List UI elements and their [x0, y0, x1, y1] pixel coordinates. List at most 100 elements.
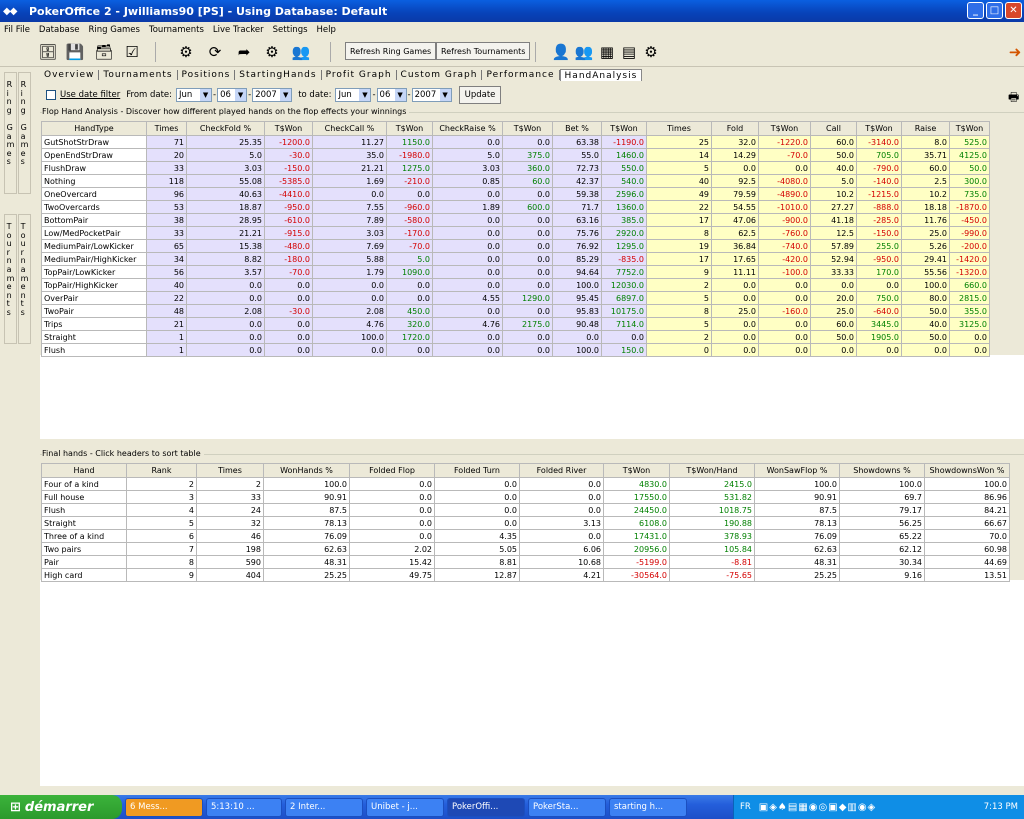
close-icon[interactable]: ✕ — [1005, 2, 1022, 19]
column-header-checkfold-2[interactable]: CheckFold % — [186, 121, 265, 136]
tray-icons[interactable]: ▣◈♠▤▦◉◎▣◆▥◉◈ — [759, 802, 984, 813]
column-header-call-13[interactable]: Call — [810, 121, 857, 136]
table-row[interactable]: Full house 3 33 90.91 0.0 0.0 0.0 17550.0 531.82… — [41, 490, 1010, 504]
menu-settings[interactable]: Settings — [269, 25, 313, 35]
task-pokerstars[interactable]: PokerSta... — [528, 797, 606, 817]
column-header-rank[interactable]: Rank — [126, 463, 197, 478]
column-header-wonhands[interactable]: WonHands % — [263, 463, 350, 478]
column-header-t-won-9[interactable]: T$Won — [601, 121, 647, 136]
side-tab-tournaments-2[interactable]: Tournaments — [18, 214, 31, 344]
column-header-fold-11[interactable]: Fold — [711, 121, 759, 136]
column-header-folded-river[interactable]: Folded River — [519, 463, 604, 478]
table-row[interactable]: Pair 8 590 48.31 15.42 8.81 10.68 -5199.0 -8.81 4… — [41, 555, 1010, 569]
tab-tournaments[interactable]: Tournaments — [99, 70, 178, 80]
from-year-select[interactable]: 2007 ▼ — [252, 88, 293, 102]
task-unibet[interactable]: Unibet - j... — [366, 797, 444, 817]
task-internet[interactable]: 2 Inter... — [285, 797, 363, 817]
use-date-filter-checkbox[interactable] — [46, 90, 56, 100]
database-check-icon[interactable]: ☑ — [121, 41, 143, 63]
column-header-t-won-16[interactable]: T$Won — [949, 121, 990, 136]
maximize-icon[interactable]: □ — [986, 2, 1003, 19]
options-gear-icon[interactable]: ⚙ — [640, 41, 662, 63]
column-header-raise-15[interactable]: Raise — [901, 121, 950, 136]
table-row[interactable]: MediumPair/HighKicker 34 8.82 -180.0 5.88 5.0… — [41, 252, 990, 266]
minimize-icon[interactable]: _ — [967, 2, 984, 19]
export-icon[interactable]: ➦ — [233, 41, 255, 63]
player-list-icon[interactable]: 👥 — [573, 41, 595, 63]
tab-custom-graph[interactable]: Custom Graph — [397, 70, 483, 80]
task-messenger[interactable]: 6 Mess... — [125, 797, 203, 817]
table-row[interactable]: Flush 4 24 87.5 0.0 0.0 0.0 24450.0 1018.75 87.5 7… — [41, 503, 1010, 517]
table-row[interactable]: High card 9 404 25.25 49.75 12.87 4.21 -30564.0… — [41, 568, 1010, 582]
menu-help[interactable]: Help — [313, 25, 341, 35]
from-day-select[interactable]: 06 ▼ — [217, 88, 248, 102]
side-tab-ring-games-2[interactable]: Ring Games — [18, 72, 31, 194]
column-header-times-1[interactable]: Times — [146, 121, 187, 136]
column-header-t-won-7[interactable]: T$Won — [502, 121, 553, 136]
tab-starting-hands[interactable]: StartingHands — [235, 70, 322, 80]
update-button[interactable]: Update — [458, 86, 502, 104]
column-header-t-won-5[interactable]: T$Won — [386, 121, 433, 136]
table-row[interactable]: GutShotStrDraw 71 25.35 -1200.0 11.27 1150.0 0… — [41, 135, 990, 149]
column-header-t-won-3[interactable]: T$Won — [264, 121, 313, 136]
menu-live-tracker[interactable]: Live Tracker — [209, 25, 269, 35]
table-row[interactable]: OneOvercard 96 40.63 -4410.0 0.0 0.0 0.0 0.0 59.… — [41, 187, 990, 201]
task-starting-hands[interactable]: starting h... — [609, 797, 687, 817]
table-row[interactable]: FlushDraw 33 3.03 -150.0 21.21 1275.0 3.03 360.… — [41, 161, 990, 175]
to-year-select[interactable]: 2007 ▼ — [411, 88, 452, 102]
language-indicator[interactable]: FR — [740, 802, 751, 812]
table-row[interactable]: Straight 1 0.0 0.0 100.0 1720.0 0.0 0.0 0.0 0.0 2 0… — [41, 330, 990, 344]
column-header-t-won[interactable]: T$Won — [603, 463, 670, 478]
table-row[interactable]: Three of a kind 6 46 76.09 0.0 4.35 0.0 17431.0… — [41, 529, 1010, 543]
column-header-times-10[interactable]: Times — [646, 121, 712, 136]
table-row[interactable]: Straight 5 32 78.13 0.0 0.0 3.13 6108.0 190.88 78… — [41, 516, 1010, 530]
tab-profit-graph[interactable]: Profit Graph — [322, 70, 397, 80]
table-row[interactable]: TwoOvercards 53 18.87 -950.0 7.55 -960.0 1.89 6… — [41, 200, 990, 214]
refresh-tournaments-button[interactable]: Refresh Tournaments — [436, 42, 531, 60]
menu-tournaments[interactable]: Tournaments — [145, 25, 209, 35]
table-icon[interactable]: ▤ — [618, 41, 640, 63]
column-header-folded-flop[interactable]: Folded Flop — [349, 463, 435, 478]
column-header-showdowns[interactable]: Showdowns % — [839, 463, 925, 478]
column-header-folded-turn[interactable]: Folded Turn — [434, 463, 520, 478]
table-row[interactable]: Two pairs 7 198 62.63 2.02 5.05 6.06 20956.0 105… — [41, 542, 1010, 556]
column-header-times[interactable]: Times — [196, 463, 264, 478]
from-month-select[interactable]: Jun ▼ — [176, 88, 213, 102]
database-open-icon[interactable]: 🗄 — [37, 41, 59, 63]
grid-icon[interactable]: ▦ — [596, 41, 618, 63]
print-icon[interactable]: 🖶 — [1008, 88, 1019, 109]
table-row[interactable]: TwoPair 48 2.08 -30.0 2.08 450.0 0.0 0.0 95.83 10… — [41, 304, 990, 318]
column-header-showdownswon[interactable]: ShowdownsWon % — [924, 463, 1010, 478]
table-row[interactable]: Low/MedPocketPair 33 21.21 -915.0 3.03 -170.0… — [41, 226, 990, 240]
table-row[interactable]: Four of a kind 2 2 100.0 0.0 0.0 0.0 4830.0 2415… — [41, 477, 1010, 491]
table-row[interactable]: TopPair/HighKicker 40 0.0 0.0 0.0 0.0 0.0 0.0 10… — [41, 278, 990, 292]
database-import-icon[interactable]: 🗃 — [93, 41, 115, 63]
menu-ring-games[interactable]: Ring Games — [84, 25, 145, 35]
tab-performance[interactable]: Performance — [482, 70, 560, 80]
tab-hand-analysis[interactable]: HandAnalysis — [559, 69, 643, 81]
start-button[interactable]: ⊞ démarrer — [0, 795, 122, 819]
settings-gears-icon[interactable]: ⚙ — [261, 41, 283, 63]
side-tab-ring-games[interactable]: Ring Games — [4, 72, 17, 194]
refresh-ring-games-button[interactable]: Refresh Ring Games — [345, 42, 437, 60]
column-header-checkcall-4[interactable]: CheckCall % — [312, 121, 387, 136]
column-header-wonsawflop[interactable]: WonSawFlop % — [754, 463, 840, 478]
menu-database[interactable]: Database — [35, 25, 85, 35]
side-tab-tournaments[interactable]: Tournaments — [4, 214, 17, 344]
player-icon[interactable]: 👤 — [550, 41, 572, 63]
to-month-select[interactable]: Jun ▼ — [335, 88, 372, 102]
table-row[interactable]: TopPair/LowKicker 56 3.57 -70.0 1.79 1090.0 0.… — [41, 265, 990, 279]
table-row[interactable]: Nothing 118 55.08 -5385.0 1.69 -210.0 0.85 60.0… — [41, 174, 990, 188]
exit-icon[interactable]: ➜ — [1004, 41, 1024, 63]
database-save-icon[interactable]: 💾 — [64, 41, 86, 63]
table-row[interactable]: Flush 1 0.0 0.0 0.0 0.0 0.0 0.0 100.0 150.0 0 0.0 0.… — [41, 343, 990, 357]
column-header-t-won-14[interactable]: T$Won — [856, 121, 902, 136]
task-clock[interactable]: 5:13:10 ... — [206, 797, 282, 817]
to-day-select[interactable]: 06 ▼ — [376, 88, 407, 102]
table-row[interactable]: BottomPair 38 28.95 -610.0 7.89 -580.0 0.0 0.0 6… — [41, 213, 990, 227]
table-row[interactable]: MediumPair/LowKicker 65 15.38 -480.0 7.69 -70… — [41, 239, 990, 253]
column-header-t-won-hand[interactable]: T$Won/Hand — [669, 463, 755, 478]
players-icon[interactable]: 👥 — [290, 41, 312, 63]
task-pokeroffice[interactable]: PokerOffi... — [447, 797, 525, 817]
column-header-checkraise-6[interactable]: CheckRaise % — [432, 121, 503, 136]
